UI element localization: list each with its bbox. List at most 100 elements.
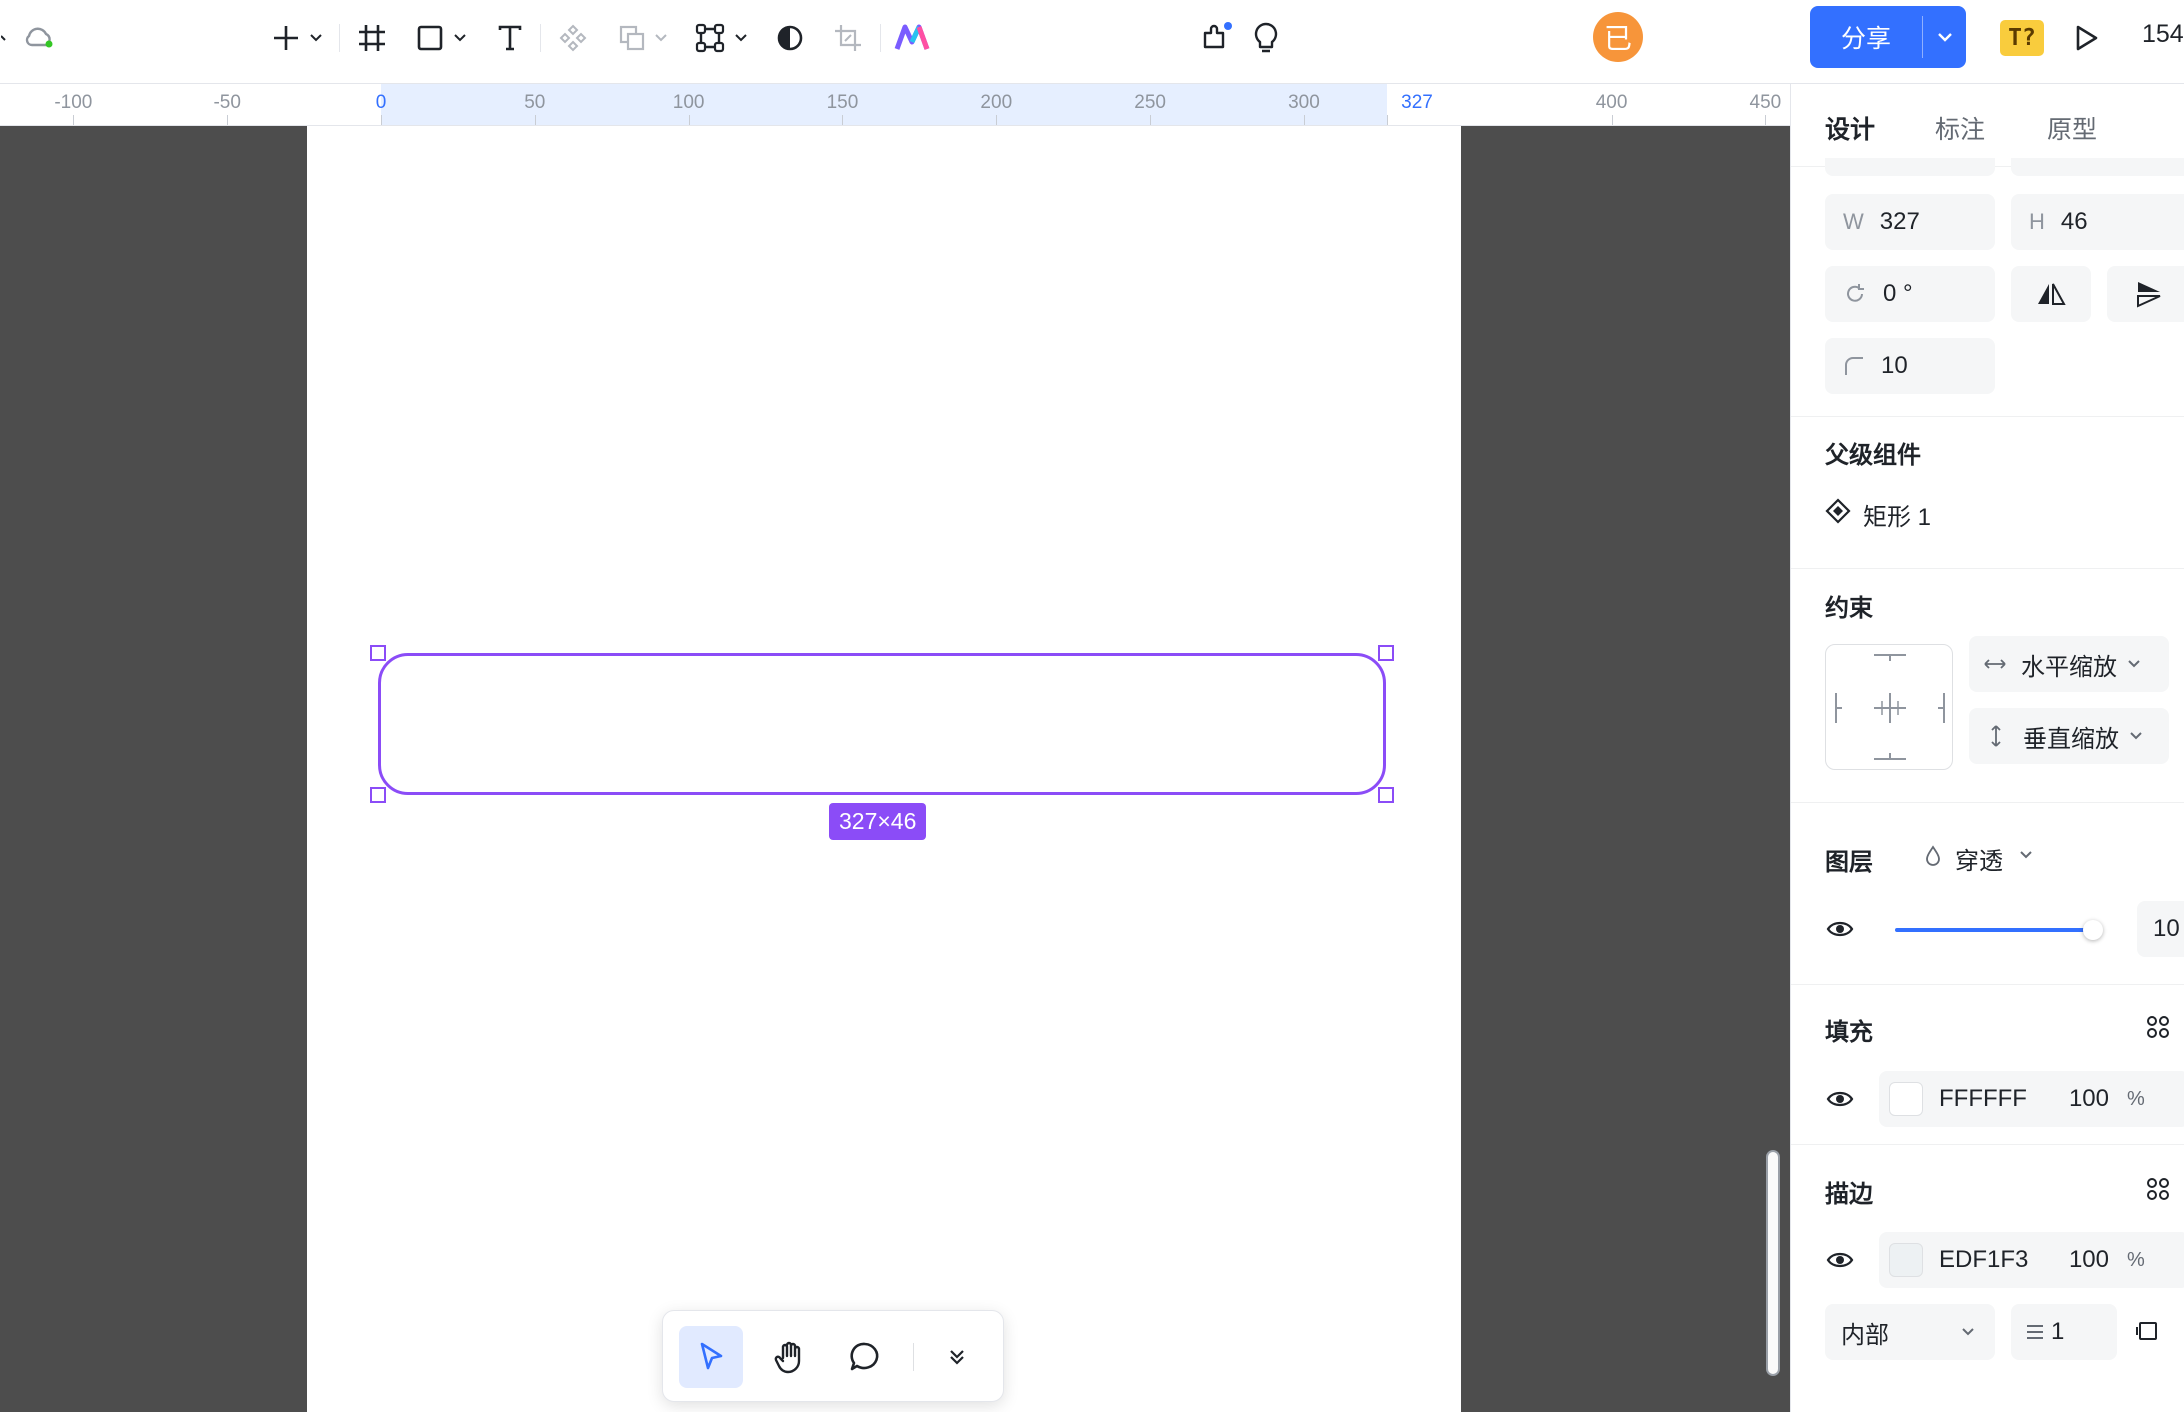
ruler-tick — [1387, 115, 1388, 125]
opacity-field[interactable]: 10 — [2137, 901, 2184, 957]
flip-horizontal-button[interactable] — [2011, 266, 2091, 322]
tab-prototype[interactable]: 原型 — [2047, 110, 2097, 146]
flip-vertical-icon — [2137, 282, 2161, 308]
fill-color-field[interactable]: FFFFFF 100 % — [1879, 1071, 2184, 1127]
more-tools-button[interactable] — [925, 1326, 989, 1388]
height-value: 46 — [2060, 208, 2088, 235]
parent-component-title: 父级组件 — [1825, 442, 1921, 469]
horizontal-arrows-icon — [1983, 657, 2007, 671]
cloud-sync-icon[interactable] — [22, 14, 58, 62]
stroke-width-field[interactable]: 1 — [2011, 1304, 2117, 1360]
constraints-title: 约束 — [1825, 595, 1873, 622]
toolbar-divider — [880, 24, 881, 52]
ruler-label: 200 — [980, 92, 1013, 113]
constraint-widget[interactable] — [1825, 644, 1953, 770]
rectangle-icon[interactable] — [410, 14, 450, 62]
stroke-sides-icon[interactable] — [2133, 1316, 2163, 1346]
eye-icon[interactable] — [1825, 1245, 1855, 1275]
chevron-down-icon[interactable] — [2017, 846, 2035, 864]
chevron-left-edge-icon[interactable] — [0, 14, 12, 62]
chevron-down-icon — [2125, 655, 2143, 673]
text-tool-icon[interactable] — [490, 14, 530, 62]
resize-handle-bottom-right[interactable] — [1378, 787, 1394, 803]
add-icon[interactable] — [266, 14, 306, 62]
parent-component-name[interactable]: 矩形 1 — [1863, 497, 1931, 532]
play-icon[interactable] — [2066, 14, 2106, 62]
opacity-slider-track[interactable] — [1895, 928, 2093, 932]
crop-icon[interactable] — [828, 14, 868, 62]
tab-design[interactable]: 设计 — [1825, 110, 1875, 146]
lightbulb-icon[interactable] — [1248, 14, 1284, 62]
stroke-hex-value: EDF1F3 — [1939, 1246, 2029, 1273]
stroke-position-value: 内部 — [1841, 1321, 1889, 1349]
blend-mode-value[interactable]: 穿透 — [1955, 841, 2003, 876]
horizontal-ruler: -100 -50 0 50 100 150 200 250 300 327 400 450 — [0, 84, 1790, 126]
ruler-tick — [227, 115, 229, 125]
chevron-down-icon — [1959, 1323, 1977, 1341]
tab-annotate[interactable]: 标注 — [1935, 110, 1985, 146]
x-field-partial[interactable] — [1825, 158, 1995, 176]
vertical-constraint-select[interactable]: 垂直缩放 — [1969, 708, 2169, 764]
ai-plugin-icon[interactable] — [890, 14, 934, 62]
zoom-level[interactable]: 154 — [2142, 20, 2184, 49]
comment-icon — [850, 1342, 879, 1371]
hand-tool-button[interactable] — [758, 1326, 822, 1388]
resize-handle-bottom-left[interactable] — [370, 787, 386, 803]
height-field[interactable]: H 46 — [2011, 194, 2184, 250]
stroke-width-value: 1 — [2051, 1318, 2065, 1345]
ruler-label: 100 — [672, 92, 705, 113]
chevron-down-icon[interactable] — [450, 28, 470, 48]
y-field-partial[interactable] — [2011, 158, 2184, 176]
section-divider — [1791, 984, 2184, 985]
share-button-group: 分享 — [1810, 6, 1966, 68]
ruler-label: 50 — [524, 92, 546, 113]
eye-icon[interactable] — [1825, 1084, 1855, 1114]
resize-handle-top-right[interactable] — [1378, 645, 1394, 661]
eye-icon[interactable] — [1825, 914, 1855, 944]
fill-title: 填充 — [1825, 1019, 1873, 1046]
chevron-down-icon[interactable] — [731, 28, 751, 48]
stroke-position-select[interactable]: 内部 — [1825, 1304, 1995, 1360]
ruler-tick — [73, 115, 75, 125]
fill-color-swatch[interactable] — [1889, 1082, 1923, 1116]
share-dropdown-button[interactable] — [1923, 6, 1966, 68]
stroke-opacity-unit: % — [2127, 1248, 2145, 1271]
width-field[interactable]: W 327 — [1825, 194, 1995, 250]
vertical-scrollbar[interactable] — [1766, 1150, 1780, 1376]
style-library-icon[interactable] — [2145, 1014, 2171, 1040]
horizontal-constraint-select[interactable]: 水平缩放 — [1969, 636, 2169, 692]
chevron-down-icon[interactable] — [306, 28, 326, 48]
flip-vertical-button[interactable] — [2107, 266, 2184, 322]
selection-size-label: 327×46 — [829, 803, 927, 840]
boolean-icon[interactable] — [612, 14, 652, 62]
share-button[interactable]: 分享 — [1810, 6, 1922, 68]
comment-tool-button[interactable] — [833, 1326, 897, 1388]
section-divider — [1791, 568, 2184, 569]
vector-edit-icon[interactable] — [690, 14, 730, 62]
component-icon[interactable] — [553, 14, 593, 62]
section-divider — [1791, 802, 2184, 803]
mask-icon[interactable] — [770, 14, 810, 62]
stroke-color-field[interactable]: EDF1F3 100 % — [1879, 1232, 2184, 1288]
user-avatar[interactable]: 已 — [1593, 12, 1643, 62]
plugins-icon[interactable] — [1196, 14, 1236, 62]
fill-opacity-unit: % — [2127, 1087, 2145, 1110]
canvas[interactable]: 327×46 — [0, 126, 1790, 1412]
rotation-field[interactable]: 0 ° — [1825, 266, 1995, 322]
stroke-color-swatch[interactable] — [1889, 1243, 1923, 1277]
select-tool-button[interactable] — [679, 1326, 743, 1388]
chevron-down-icon[interactable] — [651, 28, 671, 48]
height-prefix: H — [2029, 209, 2045, 234]
opacity-slider-knob[interactable] — [2083, 920, 2103, 940]
ruler-tick — [688, 115, 690, 125]
frame-icon[interactable] — [352, 14, 392, 62]
properties-panel: 设计 标注 原型 W 327 H 46 0 ° 10 父级组件 矩形 1 约束 — [1790, 84, 2184, 1412]
missing-font-badge[interactable]: T? — [2000, 20, 2044, 56]
style-library-icon[interactable] — [2145, 1176, 2171, 1202]
bottom-tool-bar — [662, 1310, 1004, 1402]
selected-rectangle[interactable] — [378, 653, 1386, 795]
resize-handle-top-left[interactable] — [370, 645, 386, 661]
corner-radius-field[interactable]: 10 — [1825, 338, 1995, 394]
ruler-label: 327 — [1401, 92, 1433, 113]
ruler-label: -50 — [213, 92, 241, 113]
